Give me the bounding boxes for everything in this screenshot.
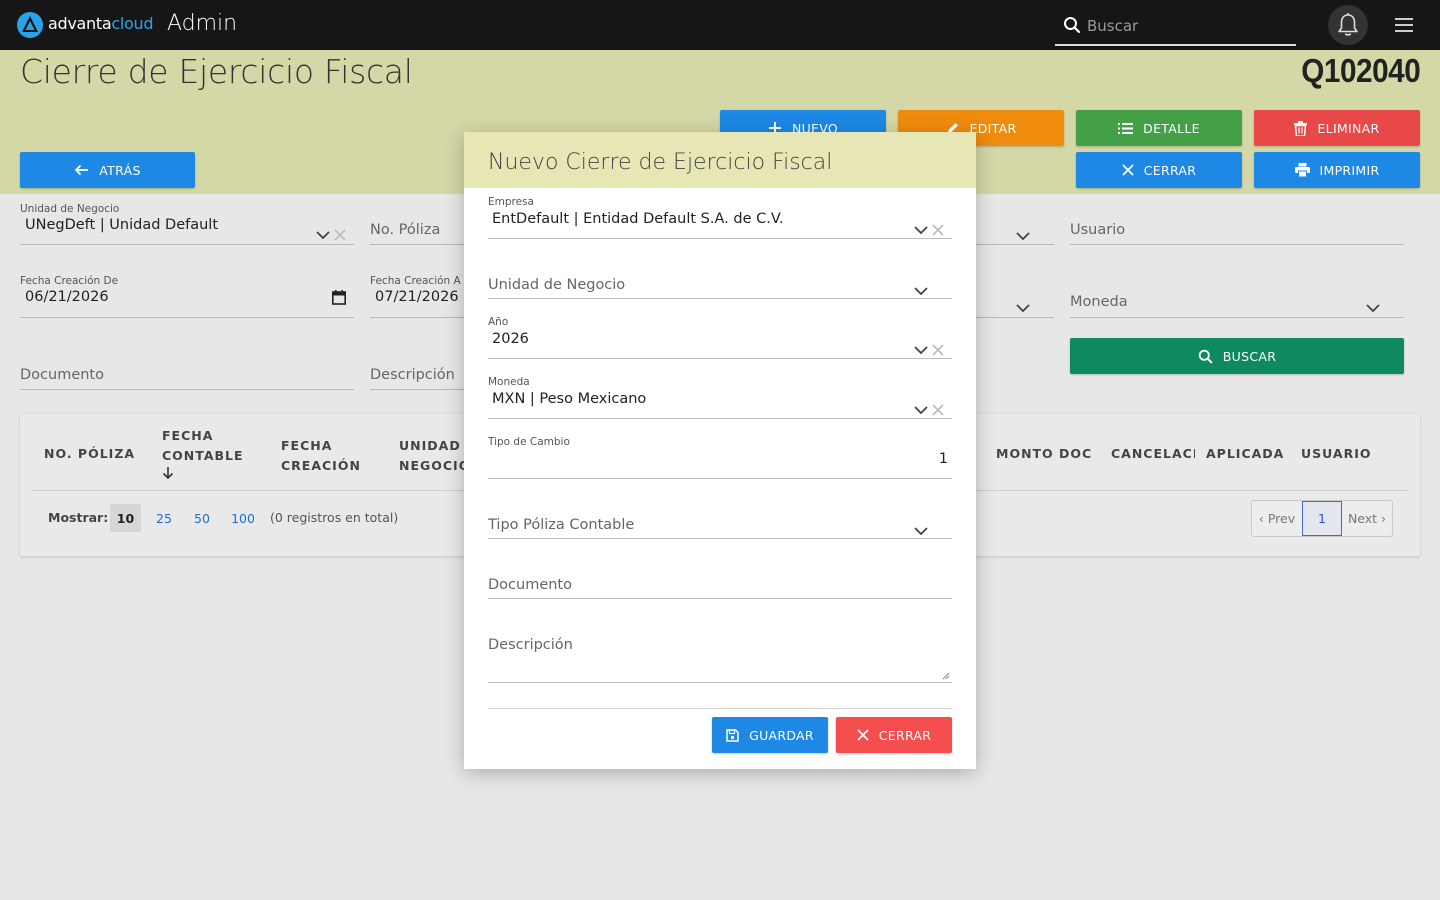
empresa-label: Empresa bbox=[488, 196, 534, 208]
unidad-negocio-select[interactable]: Unidad de Negocio bbox=[488, 270, 952, 299]
save-icon bbox=[726, 728, 739, 742]
tipo-cambio-label: Tipo de Cambio bbox=[488, 436, 570, 448]
anio-select[interactable]: Año 2026 bbox=[488, 316, 952, 359]
tipo-cambio-input[interactable]: Tipo de Cambio 1 bbox=[488, 436, 952, 479]
chevron-down-icon bbox=[914, 287, 928, 295]
tipo-cambio-value: 1 bbox=[938, 451, 948, 467]
descripcion-textarea[interactable]: Descripción bbox=[488, 630, 952, 683]
tipo-poliza-contable-select[interactable]: Tipo Póliza Contable bbox=[488, 510, 952, 539]
empresa-select[interactable]: Empresa EntDefault | Entidad Default S.A… bbox=[488, 196, 952, 239]
cerrar-modal-label: CERRAR bbox=[878, 727, 932, 743]
anio-label: Año bbox=[488, 316, 509, 328]
tipo-poliza-placeholder: Tipo Póliza Contable bbox=[488, 517, 635, 533]
documento-input[interactable]: Documento bbox=[488, 570, 952, 599]
resize-handle-icon[interactable] bbox=[942, 672, 950, 680]
moneda-select[interactable]: Moneda MXN | Peso Mexicano bbox=[488, 376, 952, 419]
descripcion-placeholder: Descripción bbox=[488, 637, 573, 653]
guardar-label: GUARDAR bbox=[749, 727, 814, 743]
moneda-label: Moneda bbox=[488, 376, 530, 388]
close-icon bbox=[857, 729, 869, 741]
guardar-button[interactable]: GUARDAR bbox=[712, 717, 828, 753]
unidad-negocio-placeholder: Unidad de Negocio bbox=[488, 277, 626, 293]
empresa-value: EntDefault | Entidad Default S.A. de C.V… bbox=[492, 211, 784, 227]
clear-icon[interactable] bbox=[932, 224, 944, 236]
moneda-value: MXN | Peso Mexicano bbox=[492, 391, 647, 407]
clear-icon[interactable] bbox=[932, 404, 944, 416]
anio-value: 2026 bbox=[492, 331, 529, 347]
chevron-down-icon bbox=[914, 226, 928, 234]
nuevo-cierre-modal: Nuevo Cierre de Ejercicio Fiscal Empresa… bbox=[464, 132, 976, 769]
chevron-down-icon bbox=[914, 346, 928, 354]
chevron-down-icon bbox=[914, 527, 928, 535]
clear-icon[interactable] bbox=[932, 344, 944, 356]
modal-header: Nuevo Cierre de Ejercicio Fiscal bbox=[464, 132, 976, 188]
documento-placeholder: Documento bbox=[488, 577, 572, 593]
modal-title: Nuevo Cierre de Ejercicio Fiscal bbox=[488, 150, 833, 175]
modal-footer-divider bbox=[488, 708, 952, 709]
chevron-down-icon bbox=[914, 406, 928, 414]
cerrar-modal-button[interactable]: CERRAR bbox=[836, 717, 952, 753]
